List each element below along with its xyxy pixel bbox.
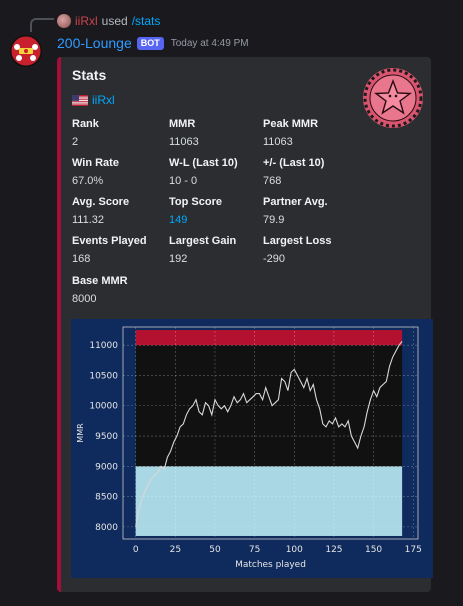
stats-embed: Stats iiRxl Rank 2 MMR 11063 Peak MMR 11…	[57, 57, 433, 592]
field-name: Partner Avg.	[263, 196, 328, 208]
x-tick-label: 50	[209, 545, 221, 555]
field-top-score: Top Score 149	[169, 195, 222, 227]
mmr-chart-svg: 0 25 50 75 100 125 150 175 8000 8500 9000 9500 10000…	[76, 326, 422, 570]
x-tick-label: 100	[286, 545, 303, 555]
field-name: W-L (Last 10)	[169, 157, 238, 169]
field-win-rate: Win Rate 67.0%	[72, 156, 119, 188]
y-tick-label: 8000	[95, 523, 118, 533]
y-tick-label: 10500	[89, 371, 118, 381]
x-axis-label: Matches played	[235, 560, 306, 570]
field-name: +/- (Last 10)	[263, 157, 325, 169]
reply-username[interactable]: iiRxl	[75, 14, 98, 28]
y-tick-label: 11000	[89, 341, 118, 351]
field-base-mmr: Base MMR 8000	[72, 274, 128, 306]
x-tick-label: 0	[133, 545, 139, 555]
y-tick-label: 8500	[95, 493, 118, 503]
x-tick-label: 125	[325, 545, 342, 555]
field-value: 111.32	[72, 214, 105, 226]
rank-band-0	[135, 466, 403, 536]
field-name: Peak MMR	[263, 118, 319, 130]
field-peak-mmr: Peak MMR 11063	[263, 117, 318, 149]
field-name: Largest Gain	[169, 235, 237, 247]
message-header: 200-Lounge BOT Today at 4:49 PM	[57, 35, 249, 51]
reply-reference[interactable]: iiRxl used /stats	[57, 13, 160, 29]
field-name: Win Rate	[72, 157, 119, 169]
field-value: 67.0%	[72, 175, 104, 187]
x-tick-label: 175	[405, 545, 422, 555]
field-value: 10 - 0	[169, 175, 198, 187]
x-tick-label: 150	[365, 545, 382, 555]
top-score-link[interactable]: 149	[169, 213, 222, 227]
x-tick-label: 75	[249, 545, 260, 555]
field-name: Rank	[72, 118, 99, 130]
field-name: Base MMR	[72, 275, 128, 287]
field-name: Largest Loss	[263, 235, 332, 247]
field-value: 2	[72, 136, 79, 148]
y-axis-label: MMR	[76, 423, 85, 443]
field-value: 192	[169, 253, 188, 265]
field-partner-avg: Partner Avg. 79.9	[263, 195, 328, 227]
field-value: -290	[263, 253, 286, 265]
mario-kart-ball-icon	[10, 35, 42, 67]
embed-author[interactable]: iiRxl	[72, 93, 115, 107]
field-name: MMR	[169, 118, 196, 130]
field-rank: Rank 2	[72, 117, 99, 149]
field-mmr: MMR 11063	[169, 117, 199, 149]
reply-used-text: used	[101, 14, 128, 28]
reply-connector	[30, 18, 54, 32]
y-tick-label: 9000	[95, 462, 118, 472]
bot-name[interactable]: 200-Lounge	[57, 35, 132, 51]
mmr-history-chart[interactable]: 0 25 50 75 100 125 150 175 8000 8500 9000 9500 10000…	[71, 319, 433, 578]
reply-command[interactable]: /stats	[132, 14, 161, 28]
rank-star-emblem-icon[interactable]	[362, 67, 424, 129]
field-avg-score: Avg. Score 111.32	[72, 195, 129, 227]
reply-avatar[interactable]	[57, 14, 71, 28]
field-value: 11063	[169, 136, 199, 148]
field-value: 768	[263, 175, 282, 187]
field-largest-gain: Largest Gain 192	[169, 234, 236, 266]
field-value: 8000	[72, 293, 97, 305]
field-wl-last10: W-L (Last 10) 10 - 0	[169, 156, 238, 188]
us-flag-icon	[72, 94, 88, 106]
embed-title: Stats	[72, 67, 107, 83]
y-tick-label: 10000	[89, 402, 118, 412]
bot-avatar[interactable]	[10, 35, 42, 67]
player-name-link[interactable]: iiRxl	[92, 93, 115, 107]
x-tick-label: 25	[170, 545, 181, 555]
message-timestamp[interactable]: Today at 4:49 PM	[171, 38, 249, 49]
field-plusminus-last10: +/- (Last 10) 768	[263, 156, 324, 188]
field-value: 11063	[263, 136, 293, 148]
field-largest-loss: Largest Loss -290	[263, 234, 331, 266]
field-value: 79.9	[263, 214, 285, 226]
rank-band-2	[135, 330, 403, 346]
bot-badge: BOT	[136, 36, 164, 50]
y-tick-label: 9500	[95, 432, 118, 442]
field-name: Events Played	[72, 235, 147, 247]
field-value: 168	[72, 253, 91, 265]
field-events-played: Events Played 168	[72, 234, 147, 266]
field-name: Avg. Score	[72, 196, 130, 208]
field-name: Top Score	[169, 196, 222, 208]
